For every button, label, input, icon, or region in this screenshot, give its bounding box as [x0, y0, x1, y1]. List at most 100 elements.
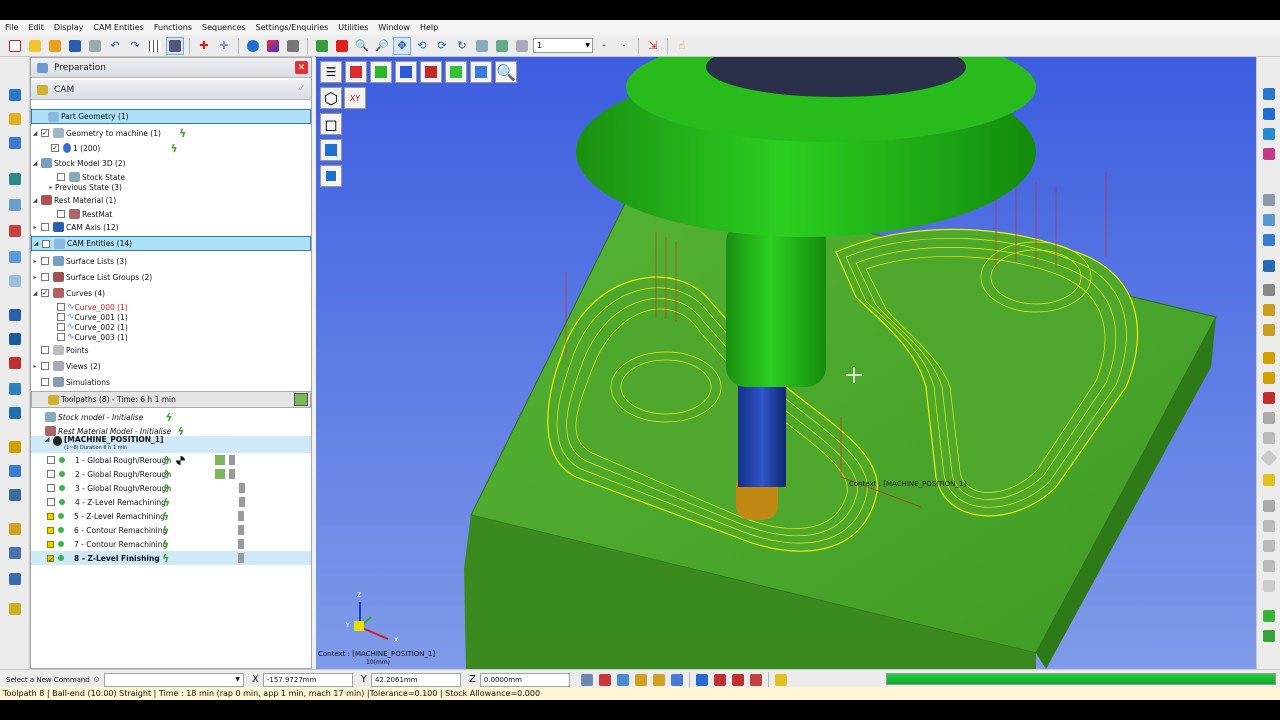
- z-coordinate-field[interactable]: 0.0000mm: [479, 672, 570, 687]
- checkbox[interactable]: [41, 346, 49, 354]
- cutter-icon[interactable]: [1259, 301, 1279, 319]
- wire-icon[interactable]: [1259, 517, 1279, 535]
- calendar-icon[interactable]: [747, 671, 765, 689]
- toolpath-row-3[interactable]: 3 - Global Rough/Rerough ϟ: [31, 481, 311, 495]
- tree-item-rest-material[interactable]: ◢ Rest Material (1): [31, 193, 311, 207]
- view-side-icon[interactable]: [1259, 125, 1279, 143]
- menu-sequences[interactable]: Sequences: [197, 23, 251, 32]
- rotate-icon[interactable]: ⟲: [413, 37, 431, 55]
- checkbox[interactable]: ✓: [47, 554, 54, 564]
- tree-item-geometry-to-machine[interactable]: ◢ ✓ Geometry to machine (1) ϟ: [31, 126, 311, 140]
- toolpath-row-6[interactable]: 6 - Contour Remachining ϟ: [31, 523, 311, 537]
- shaded-icon[interactable]: [264, 37, 282, 55]
- collapse-icon[interactable]: ▸: [31, 258, 39, 265]
- shaded-edges-icon[interactable]: [320, 165, 342, 187]
- menu-functions[interactable]: Functions: [149, 23, 197, 32]
- previous-level-icon[interactable]: ·: [595, 37, 613, 55]
- view-blue-icon[interactable]: [395, 61, 417, 83]
- holder-right-icon[interactable]: [1259, 321, 1279, 339]
- workplane-icon[interactable]: ✛: [215, 37, 233, 55]
- zoom-icon[interactable]: 🔍: [353, 37, 371, 55]
- checkbox[interactable]: ✓: [41, 129, 49, 137]
- tree-item-restmat[interactable]: RestMat: [31, 207, 311, 221]
- save-icon[interactable]: [66, 37, 84, 55]
- checkbox[interactable]: ✓: [51, 144, 59, 152]
- view-red-icon[interactable]: [345, 61, 367, 83]
- fixture-cmd-icon[interactable]: [729, 671, 747, 689]
- checkbox[interactable]: [41, 362, 49, 370]
- toolpath-filter-icon[interactable]: [1259, 369, 1279, 387]
- x-coordinate-field[interactable]: -157.9727mm: [262, 672, 353, 687]
- menu-utilities[interactable]: Utilities: [333, 23, 373, 32]
- next-level-icon[interactable]: ·: [615, 37, 633, 55]
- tree-header-toolpaths[interactable]: Toolpaths (8) - Time: 6 h 1 min: [31, 391, 311, 408]
- info-icon[interactable]: [693, 671, 711, 689]
- new-file-icon[interactable]: [6, 37, 24, 55]
- open-folder-icon[interactable]: [26, 37, 44, 55]
- toolpath-display-icon[interactable]: [1259, 349, 1279, 367]
- hand-pointer-icon[interactable]: ☝: [673, 37, 691, 55]
- menu-cam-entities[interactable]: CAM Entities: [88, 23, 148, 32]
- y-coordinate-field[interactable]: 42.2061mm: [370, 672, 461, 687]
- finishing-icon[interactable]: [5, 461, 25, 481]
- machine-tool-icon[interactable]: [5, 379, 25, 399]
- tree-item-curve-003[interactable]: ∿ Curve_003 (1): [31, 330, 311, 344]
- axis-system-icon[interactable]: [5, 305, 25, 325]
- tree-item-views[interactable]: ▸ Views (2): [31, 359, 311, 373]
- view-all-icon[interactable]: [313, 37, 331, 55]
- tilt-icon[interactable]: [1259, 537, 1279, 555]
- checkbox[interactable]: [41, 257, 49, 265]
- tree-item-surface-list-groups[interactable]: ▸ Surface List Groups (2): [31, 270, 311, 284]
- expand-icon[interactable]: ◢: [31, 160, 39, 167]
- fixture-icon[interactable]: [5, 133, 25, 153]
- sphere-icon[interactable]: [244, 37, 262, 55]
- snap-point-icon[interactable]: [596, 671, 614, 689]
- collapse-icon[interactable]: ▸: [31, 224, 39, 231]
- checkbox[interactable]: [47, 526, 54, 534]
- snap-curve-icon[interactable]: [632, 671, 650, 689]
- tool-icon[interactable]: [5, 109, 25, 129]
- checkbox[interactable]: [41, 273, 49, 281]
- roughing-icon[interactable]: [5, 437, 25, 457]
- verify-icon[interactable]: [215, 469, 226, 479]
- leaf-icon[interactable]: [1259, 607, 1279, 625]
- menu-icon[interactable]: ☰: [320, 61, 342, 83]
- view-green-icon[interactable]: [370, 61, 392, 83]
- tree-item-geom-1[interactable]: ✓ 1 (200) ϟ: [31, 141, 311, 155]
- tree-item-points[interactable]: Points: [31, 343, 311, 357]
- curve-icon[interactable]: [5, 271, 25, 291]
- stock-state-icon[interactable]: [5, 195, 25, 215]
- transform-icon[interactable]: ⇲: [644, 37, 662, 55]
- check-icon[interactable]: ✓: [298, 83, 306, 94]
- checkbox[interactable]: [47, 470, 55, 478]
- 3d-viewport[interactable]: ☰ 🔍 ⬡ XY ◻ Context : [MACHINE_POSITION_1…: [316, 57, 1256, 669]
- zoom-window-icon[interactable]: 🔎: [373, 37, 391, 55]
- menu-edit[interactable]: Edit: [23, 23, 49, 32]
- expand-icon[interactable]: ◢: [32, 240, 40, 247]
- checkbox[interactable]: [41, 223, 49, 231]
- checkbox[interactable]: [42, 239, 50, 248]
- toolpath-row-1[interactable]: 1 - Global Rough/Rerough ϟ: [31, 453, 311, 467]
- tree-item-stock-init[interactable]: Stock model - Initialise ϟ: [31, 410, 311, 424]
- list-icon[interactable]: [1259, 409, 1279, 427]
- image-icon[interactable]: [513, 37, 531, 55]
- layer-icon[interactable]: [166, 36, 184, 55]
- ruler-icon[interactable]: [1259, 429, 1279, 447]
- simulation-icon[interactable]: [176, 455, 186, 465]
- checkbox[interactable]: [57, 210, 65, 218]
- display-settings-icon[interactable]: [493, 37, 511, 55]
- tree-item-simulations[interactable]: Simulations: [31, 375, 311, 389]
- toolpath-row-5[interactable]: 5 - Z-Level Remachining ϟ: [31, 509, 311, 523]
- calculate-icon[interactable]: [294, 393, 308, 406]
- toolpath-color-icon[interactable]: [1259, 389, 1279, 407]
- collapse-icon[interactable]: ▸: [31, 274, 39, 281]
- expand-icon[interactable]: ◢: [31, 197, 39, 204]
- print-icon[interactable]: [86, 37, 104, 55]
- redo-icon[interactable]: ↷: [126, 37, 144, 55]
- tree-header-cam-entities[interactable]: ◢ CAM Entities (14): [31, 236, 311, 251]
- expand-icon[interactable]: ◢: [31, 130, 39, 137]
- checkbox[interactable]: ✓: [41, 289, 49, 297]
- probe-icon[interactable]: [5, 403, 25, 423]
- snap-grid-icon[interactable]: [668, 671, 686, 689]
- verify-icon[interactable]: [215, 455, 226, 465]
